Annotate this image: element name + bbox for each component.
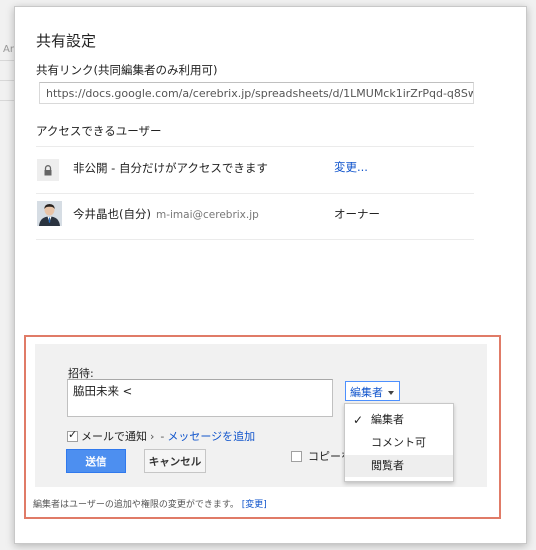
owner-email: m-imai@cerebrix.jp — [155, 209, 259, 221]
editor-permission-note: 編集者はユーザーの追加や権限の変更ができます。 [変更] — [33, 497, 267, 510]
permission-option-label: 編集者 — [371, 413, 404, 426]
divider — [36, 146, 474, 147]
notify-separator-icon: › — [150, 429, 155, 443]
chevron-down-icon — [388, 391, 394, 395]
change-permission-link[interactable]: [変更] — [242, 500, 267, 510]
send-button[interactable]: 送信 — [66, 449, 126, 473]
notify-label[interactable]: メールで通知 — [81, 428, 147, 444]
share-link-label: 共有リンク(共同編集者のみ利用可) — [36, 63, 218, 77]
cancel-button[interactable]: キャンセル — [144, 449, 206, 473]
permission-option-label: 閲覧者 — [371, 459, 404, 472]
send-copy-option: コピーを — [291, 448, 352, 464]
divider — [36, 193, 474, 194]
sheet-cell-text: Ar — [3, 44, 14, 55]
change-visibility-link[interactable]: 変更... — [334, 159, 368, 175]
owner-entry: 今井晶也(自分) m-imai@cerebrix.jp — [73, 206, 259, 222]
permission-menu: ✓ 編集者 コメント可 閲覧者 — [344, 403, 454, 482]
permission-option-editor[interactable]: ✓ 編集者 — [345, 409, 453, 431]
notify-separator: - — [160, 429, 165, 443]
notify-option: メールで通知 › - メッセージを追加 — [67, 428, 255, 444]
access-users-label: アクセスできるユーザー — [36, 124, 162, 138]
send-copy-checkbox[interactable] — [291, 450, 302, 462]
divider — [36, 239, 474, 240]
privacy-status: 非公開 - 自分だけがアクセスできます — [73, 161, 268, 175]
dialog-title: 共有設定 — [36, 32, 97, 50]
permission-dropdown-button[interactable]: 編集者 — [345, 381, 400, 401]
owner-name: 今井晶也(自分) — [73, 207, 151, 221]
invite-people-input[interactable]: 脇田未来 < — [67, 379, 333, 417]
footer-text: 編集者はユーザーの追加や権限の変更ができます。 — [33, 500, 239, 510]
permission-option-commenter[interactable]: コメント可 — [345, 432, 453, 454]
user-avatar — [37, 201, 62, 226]
checkmark-icon: ✓ — [353, 413, 364, 427]
permission-option-label: コメント可 — [371, 436, 426, 449]
notify-checkbox[interactable] — [67, 428, 78, 442]
add-message-link[interactable]: メッセージを追加 — [167, 428, 255, 444]
share-link-field[interactable]: https://docs.google.com/a/cerebrix.jp/sp… — [39, 82, 474, 104]
owner-role: オーナー — [334, 207, 380, 221]
permission-option-viewer[interactable]: 閲覧者 — [345, 455, 453, 477]
lock-icon — [37, 159, 59, 181]
permission-selected-label: 編集者 — [350, 386, 383, 399]
